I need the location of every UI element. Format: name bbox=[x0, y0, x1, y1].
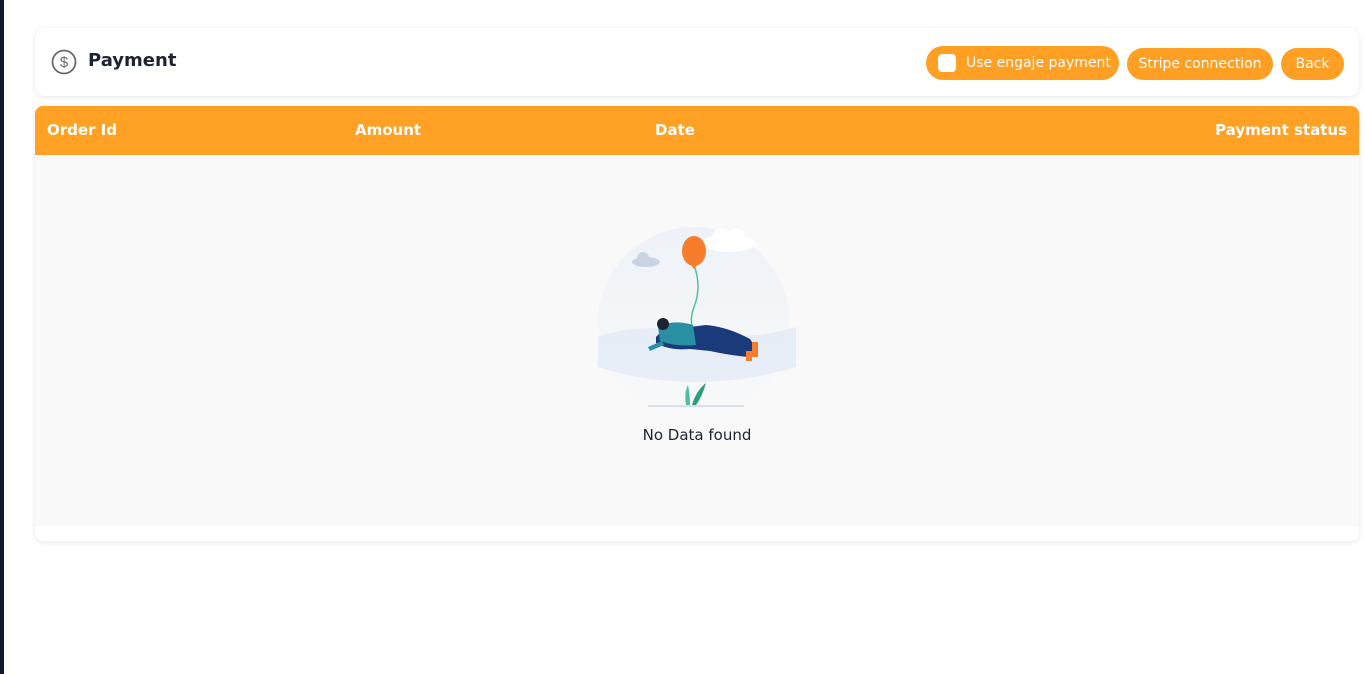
dollar-circle-icon: $ bbox=[51, 49, 77, 75]
stripe-connection-button[interactable]: Stripe connection bbox=[1127, 48, 1273, 80]
column-header-amount: Amount bbox=[355, 121, 422, 139]
use-engaje-payment-label: Use engaje payment bbox=[966, 55, 1111, 71]
column-header-date: Date bbox=[655, 121, 695, 139]
page-title: Payment bbox=[88, 50, 177, 71]
use-engaje-payment-toggle[interactable]: Use engaje payment bbox=[926, 46, 1119, 80]
back-button[interactable]: Back bbox=[1281, 48, 1344, 80]
empty-state-message: No Data found bbox=[642, 426, 752, 444]
engaje-payment-checkbox[interactable] bbox=[938, 54, 956, 72]
table-body: No Data found bbox=[35, 155, 1359, 526]
column-header-payment-status: Payment status bbox=[1215, 121, 1347, 139]
payments-table: Order Id Amount Date Payment status No D… bbox=[35, 106, 1359, 541]
balloon-person-illustration bbox=[598, 227, 796, 419]
sidebar-edge bbox=[0, 0, 4, 674]
payment-header: $ Payment Use engaje payment Stripe conn… bbox=[35, 28, 1359, 96]
column-header-order-id: Order Id bbox=[47, 121, 117, 139]
table-header: Order Id Amount Date Payment status bbox=[35, 106, 1359, 155]
svg-text:$: $ bbox=[60, 54, 69, 71]
